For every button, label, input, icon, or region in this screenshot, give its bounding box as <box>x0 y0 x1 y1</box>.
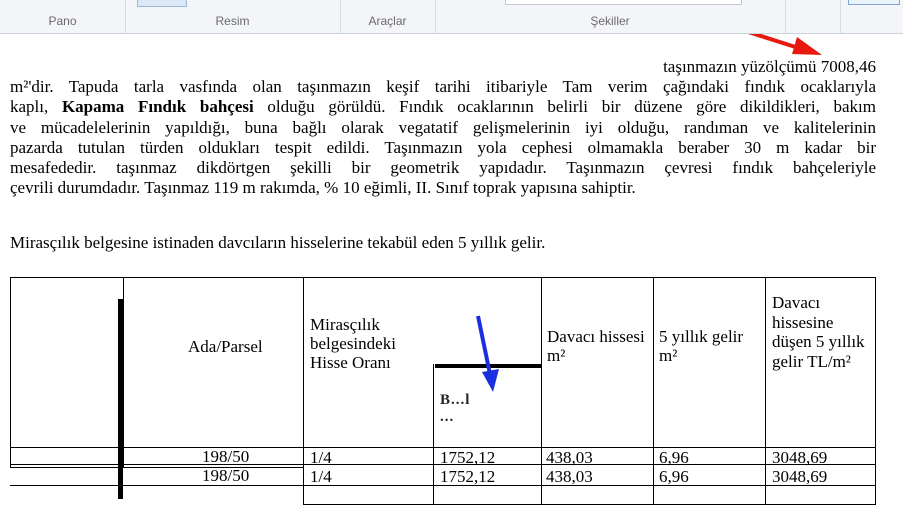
table-divider <box>765 464 766 505</box>
table-divider <box>541 277 542 468</box>
table-border-top <box>10 277 876 278</box>
header-obscured: B...l ... <box>440 392 471 425</box>
ribbon-colors-button[interactable] <box>848 0 900 5</box>
header-share-ratio: Mirasçılık belgesindeki Hisse Oranı <box>310 315 396 372</box>
table-divider <box>653 464 654 505</box>
header-parcel: Ada/Parsel <box>188 337 263 356</box>
ribbon-group-label: Şekiller <box>590 14 630 28</box>
table-divider <box>541 464 542 505</box>
property-description: m²'dir. Tapuda tarla vasfında olan taşın… <box>10 77 876 199</box>
table-border-right <box>875 277 876 468</box>
cell-claimant-income: 3048,69 <box>772 467 828 486</box>
table-divider <box>433 464 434 505</box>
table-divider <box>123 277 124 468</box>
cell-five-year-income: 6,96 <box>659 467 689 486</box>
table-divider <box>303 464 304 505</box>
area-statement: taşınmazın yüzölçümü 7008,46 <box>663 57 876 76</box>
table-divider <box>303 277 304 468</box>
paragraph-line: çevrili durumdadır. Taşınmaz 119 m rakım… <box>10 178 636 198</box>
ribbon-group-size[interactable] <box>785 0 841 33</box>
cell-obscured: 1752,12 <box>440 448 496 467</box>
ribbon-group-image[interactable]: Resim <box>125 0 341 33</box>
header-claimant-share: Davacı hissesi m² <box>547 327 645 365</box>
blue-arrow-annotation <box>476 315 499 392</box>
ribbon-group-label: Araçlar <box>368 14 407 28</box>
table-rule <box>10 467 303 468</box>
ribbon-group-clipboard[interactable]: Pano <box>0 0 126 33</box>
cell-claimant-share: 438,03 <box>546 467 593 486</box>
paragraph-line: kaplı, Kapama Fındık bahçesi olduğu görü… <box>10 97 876 117</box>
header-claimant-income: Davacı hissesine düşen 5 yıllık gelir TL… <box>772 293 865 371</box>
ribbon-group-label: Resim <box>215 14 250 28</box>
table-divider <box>765 277 766 468</box>
obscured-header-bar <box>435 364 542 368</box>
cell-obscured: 1752,12 <box>440 467 496 486</box>
bold-phrase: Kapama Fındık bahçesi <box>61 97 254 117</box>
cell-parcel: 198/50 <box>202 447 250 466</box>
cell-five-year-income: 6,96 <box>659 448 689 467</box>
table-rule <box>303 485 876 486</box>
ribbon-group-label: Pano <box>48 14 77 28</box>
paragraph-line: pazarda tutulan türden oldukları tespit … <box>10 137 876 157</box>
table-intro: Mirasçılık belgesine istinaden davcıları… <box>10 233 546 252</box>
paragraph-line: mesafededir. taşınmaz dikdörtgen şekilli… <box>10 158 876 178</box>
table-divider <box>875 464 876 505</box>
cell-share-ratio: 1/4 <box>310 467 332 486</box>
cell-share-ratio: 1/4 <box>310 448 332 467</box>
paragraph-line: ve mücadelelerinin yapıldığı, buna bağlı… <box>10 117 876 137</box>
paragraph-line: m²'dir. Tapuda tarla vasfında olan taşın… <box>10 77 876 96</box>
cell-parcel: 198/50 <box>202 466 250 485</box>
table-divider <box>433 364 434 468</box>
table-border-left <box>10 277 11 468</box>
ribbon-bar: Pano Resim Araçlar Şekiller <box>0 0 903 34</box>
red-arrow-annotation <box>747 34 822 55</box>
cell-claimant-share: 438,03 <box>546 448 593 467</box>
ribbon-group-shapes[interactable]: Şekiller <box>435 0 786 33</box>
document-page: taşınmazın yüzölçümü 7008,46 m²'dir. Tap… <box>0 34 903 505</box>
cell-claimant-income: 3048,69 <box>772 448 828 467</box>
table-divider <box>653 277 654 468</box>
ribbon-group-tools[interactable]: Araçlar <box>340 0 436 33</box>
header-five-year-income: 5 yıllık gelir m² <box>659 327 744 365</box>
